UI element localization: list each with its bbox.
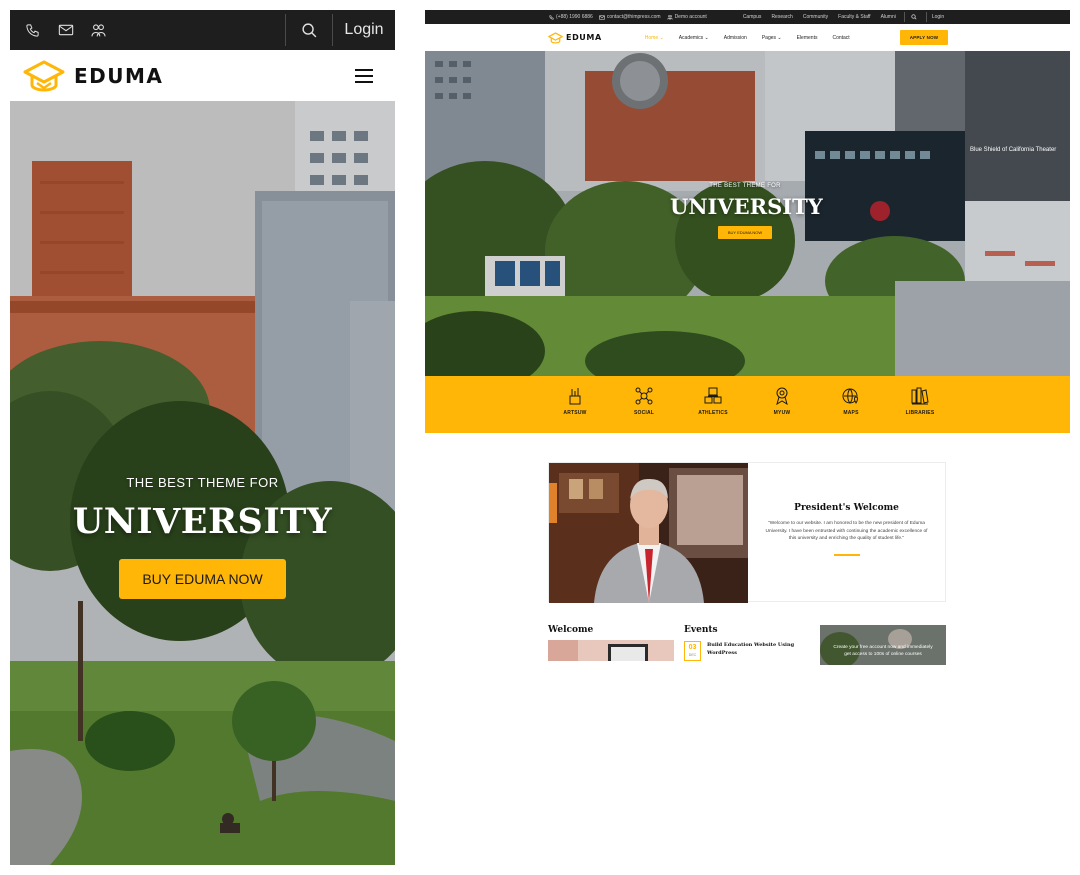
social-network-icon bbox=[635, 387, 653, 405]
search-icon[interactable] bbox=[910, 14, 918, 20]
topbar-link[interactable]: Campus bbox=[743, 14, 762, 20]
event-date: 03 DEC bbox=[684, 641, 701, 661]
theater-sign-text: Blue Shield of California Theater bbox=[970, 147, 1056, 153]
menu-item-pages[interactable]: Pages ⌄ bbox=[762, 35, 782, 41]
logo-text[interactable]: EDUMA bbox=[74, 64, 163, 88]
email-text: contact@thimpress.com bbox=[606, 14, 661, 20]
login-link[interactable]: Login bbox=[333, 21, 395, 39]
search-button[interactable] bbox=[286, 10, 332, 50]
signup-promo[interactable]: Create your free account now and immedia… bbox=[820, 625, 946, 665]
hamburger-menu-icon[interactable] bbox=[355, 68, 373, 83]
hero-subtitle: THE BEST THEME FOR bbox=[126, 475, 279, 490]
event-month: DEC bbox=[688, 653, 697, 657]
feature-social[interactable]: SOCIAL bbox=[626, 387, 662, 433]
feature-label: ARTSUW bbox=[563, 410, 587, 416]
award-badge-icon bbox=[776, 387, 788, 405]
feature-artsuw[interactable]: ARTSUW bbox=[557, 387, 593, 433]
event-day: 03 bbox=[688, 644, 697, 651]
feature-label: ATHLETICS bbox=[698, 410, 728, 416]
topbar-phone[interactable]: (+88) 1990 6886 bbox=[549, 14, 593, 20]
graduation-cap-logo-icon[interactable] bbox=[548, 31, 563, 44]
president-quote: "Welcome to our website. I am honored to… bbox=[765, 521, 928, 542]
topbar-links: Campus Research Community Faculty & Staf… bbox=[743, 14, 896, 20]
buy-now-button[interactable]: BUY EDUMA NOW bbox=[119, 559, 286, 599]
topbar-email[interactable]: contact@thimpress.com bbox=[599, 14, 661, 20]
topbar-link[interactable]: Research bbox=[771, 14, 792, 20]
bottom-sections: Welcome Events 03 DEC Build Education We… bbox=[548, 625, 946, 665]
features-bar: ARTSUW SOCIAL ATHLETICS MYUW MAPS LIBRAR… bbox=[425, 376, 1070, 433]
divider bbox=[903, 12, 905, 22]
mobile-hero-text: THE BEST THEME FOR UNIVERSITY BUY EDUMA … bbox=[10, 475, 395, 599]
mail-icon bbox=[599, 14, 605, 20]
feature-libraries[interactable]: LIBRARIES bbox=[902, 387, 938, 433]
president-welcome-card: President's Welcome "Welcome to our webs… bbox=[548, 462, 946, 603]
buy-now-button[interactable]: BUY EDUMA NOW bbox=[717, 226, 773, 239]
mobile-header: EDUMA bbox=[10, 50, 395, 101]
menu-item-admission[interactable]: Admission bbox=[724, 35, 747, 41]
phone-text: (+88) 1990 6886 bbox=[556, 14, 593, 20]
feature-label: MAPS bbox=[843, 410, 859, 416]
feature-myuw[interactable]: MYUW bbox=[764, 387, 800, 433]
feature-label: LIBRARIES bbox=[905, 410, 935, 416]
athletics-icon bbox=[704, 387, 722, 404]
menu-item-elements[interactable]: Elements bbox=[797, 35, 818, 41]
desktop-navbar: EDUMA Home ⌄ Academics ⌄ Admission Pages… bbox=[425, 24, 1070, 51]
main-menu: Home ⌄ Academics ⌄ Admission Pages ⌄ Ele… bbox=[645, 35, 850, 41]
logo-text[interactable]: EDUMA bbox=[566, 33, 602, 42]
topbar-demo-account[interactable]: Demo account bbox=[667, 14, 707, 20]
books-icon bbox=[911, 387, 929, 405]
president-welcome-text: President's Welcome "Welcome to our webs… bbox=[748, 463, 945, 601]
search-icon bbox=[301, 22, 316, 37]
desktop-mockup: (+88) 1990 6886 contact@thimpress.com De… bbox=[425, 10, 1070, 665]
map-pin-icon bbox=[842, 388, 858, 404]
desktop-topbar: (+88) 1990 6886 contact@thimpress.com De… bbox=[425, 10, 1070, 24]
section-title: Events bbox=[684, 625, 718, 635]
menu-item-home[interactable]: Home ⌄ bbox=[645, 35, 664, 41]
feature-label: SOCIAL bbox=[633, 410, 655, 416]
menu-item-contact[interactable]: Contact bbox=[832, 35, 849, 41]
section-title: Welcome bbox=[548, 625, 594, 635]
mobile-topbar: Login bbox=[10, 10, 395, 50]
hero-title: UNIVERSITY bbox=[72, 501, 333, 542]
events-section: Events 03 DEC Build Education Website Us… bbox=[684, 625, 820, 665]
account-icon bbox=[667, 14, 673, 20]
topbar-link[interactable]: Community bbox=[803, 14, 828, 20]
event-item[interactable]: 03 DEC Build Education Website Using Wor… bbox=[684, 641, 820, 661]
demo-text: Demo account bbox=[674, 14, 707, 20]
event-title[interactable]: Build Education Website Using WordPress bbox=[707, 641, 807, 661]
topbar-link[interactable]: Alumni bbox=[881, 14, 896, 20]
phone-icon bbox=[549, 14, 554, 20]
desktop-hero: Blue Shield of California Theater THE BE… bbox=[425, 51, 1070, 376]
hero-title: UNIVERSITY bbox=[670, 194, 823, 219]
hero-subtitle: THE BEST THEME FOR bbox=[709, 183, 781, 189]
topbar-link[interactable]: Faculty & Staff bbox=[838, 14, 870, 20]
president-photo bbox=[549, 463, 748, 603]
welcome-image bbox=[548, 640, 674, 661]
promo-text: Create your free account now and immedia… bbox=[833, 645, 933, 658]
art-supplies-icon bbox=[569, 388, 581, 405]
phone-icon[interactable] bbox=[16, 10, 49, 50]
mobile-hero: THE BEST THEME FOR UNIVERSITY BUY EDUMA … bbox=[10, 101, 395, 865]
mobile-mockup: Login EDUMA THE BEST THEME FOR UNIVERSIT… bbox=[10, 10, 395, 865]
menu-item-academics[interactable]: Academics ⌄ bbox=[679, 35, 709, 41]
login-link[interactable]: Login bbox=[932, 14, 944, 20]
account-icon[interactable] bbox=[82, 10, 115, 50]
feature-label: MYUW bbox=[773, 410, 791, 416]
apply-now-button[interactable]: APPLY NOW bbox=[899, 30, 949, 45]
section-title: President's Welcome bbox=[794, 503, 899, 513]
graduation-cap-logo-icon[interactable] bbox=[23, 59, 65, 93]
mail-icon[interactable] bbox=[49, 10, 82, 50]
desktop-hero-text: THE BEST THEME FOR UNIVERSITY BUY EDUMA … bbox=[670, 183, 823, 239]
divider bbox=[925, 12, 927, 22]
feature-athletics[interactable]: ATHLETICS bbox=[695, 387, 731, 433]
welcome-section: Welcome bbox=[548, 625, 684, 665]
feature-maps[interactable]: MAPS bbox=[833, 387, 869, 433]
accent-divider bbox=[833, 554, 860, 557]
